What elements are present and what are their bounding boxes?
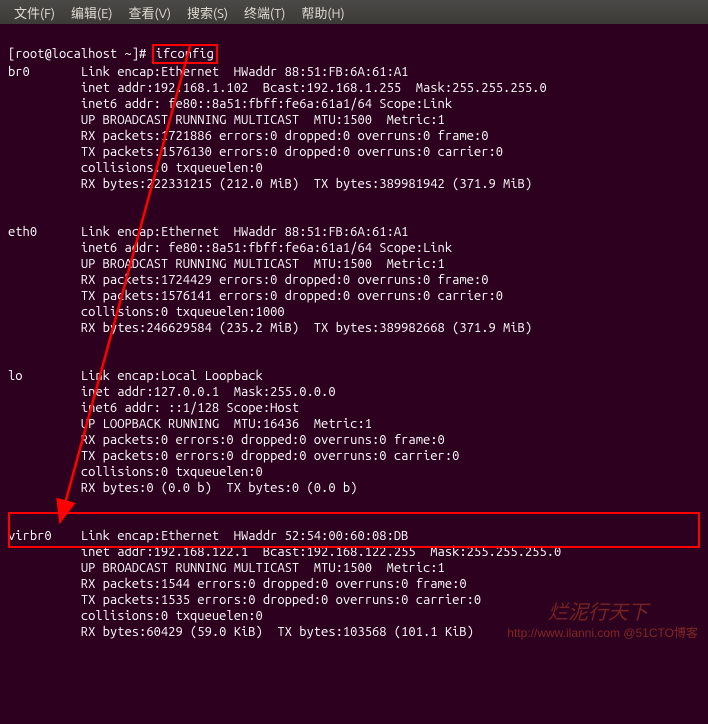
output-line: collisions:0 txqueuelen:0 bbox=[81, 609, 263, 623]
output-line: collisions:0 txqueuelen:0 bbox=[81, 161, 263, 175]
output-line: UP BROADCAST RUNNING MULTICAST MTU:1500 … bbox=[81, 257, 445, 271]
virbr0-highlight-box bbox=[8, 512, 700, 548]
output-line: Link encap:Ethernet HWaddr 88:51:FB:6A:6… bbox=[81, 65, 409, 79]
output-line: collisions:0 txqueuelen:0 bbox=[81, 465, 263, 479]
output-line: RX packets:0 errors:0 dropped:0 overruns… bbox=[81, 433, 445, 447]
output-line: inet addr:192.168.1.102 Bcast:192.168.1.… bbox=[81, 81, 547, 95]
output-line: UP BROADCAST RUNNING MULTICAST MTU:1500 … bbox=[81, 561, 445, 575]
interface-eth0: eth0 Link encap:Ethernet HWaddr 88:51:FB… bbox=[8, 224, 700, 336]
output-line: RX packets:1544 errors:0 dropped:0 overr… bbox=[81, 577, 467, 591]
output-line: Link encap:Ethernet HWaddr 88:51:FB:6A:6… bbox=[81, 225, 409, 239]
output-line: inet6 addr: fe80::8a51:fbff:fe6a:61a1/64… bbox=[81, 97, 452, 111]
iface-name: lo bbox=[8, 369, 23, 383]
output-line: UP BROADCAST RUNNING MULTICAST MTU:1500 … bbox=[81, 113, 445, 127]
output-line: inet6 addr: ::1/128 Scope:Host bbox=[81, 401, 299, 415]
output-line: RX packets:1721886 errors:0 dropped:0 ov… bbox=[81, 129, 489, 143]
output-line: TX packets:1576141 errors:0 dropped:0 ov… bbox=[81, 289, 503, 303]
output-line: inet6 addr: fe80::8a51:fbff:fe6a:61a1/64… bbox=[81, 241, 452, 255]
output-line: RX bytes:246629584 (235.2 MiB) TX bytes:… bbox=[81, 321, 532, 335]
iface-name: br0 bbox=[8, 65, 30, 79]
output-line: inet addr:127.0.0.1 Mask:255.0.0.0 bbox=[81, 385, 336, 399]
menu-edit[interactable]: 编辑(E) bbox=[63, 3, 120, 22]
output-line: RX bytes:0 (0.0 b) TX bytes:0 (0.0 b) bbox=[81, 481, 358, 495]
command-text: ifconfig bbox=[156, 47, 214, 61]
menu-search[interactable]: 搜索(S) bbox=[179, 3, 236, 22]
output-line: RX bytes:60429 (59.0 KiB) TX bytes:10356… bbox=[81, 625, 474, 639]
interface-lo: lo Link encap:Local Loopback inet addr:1… bbox=[8, 368, 700, 496]
command-highlight-box: ifconfig bbox=[152, 44, 218, 64]
menu-terminal[interactable]: 终端(T) bbox=[236, 3, 293, 22]
menu-help[interactable]: 帮助(H) bbox=[293, 3, 352, 22]
output-line: UP LOOPBACK RUNNING MTU:16436 Metric:1 bbox=[81, 417, 372, 431]
iface-name: eth0 bbox=[8, 225, 37, 239]
menu-file[interactable]: 文件(F) bbox=[6, 3, 63, 22]
output-line: RX bytes:222331215 (212.0 MiB) TX bytes:… bbox=[81, 177, 532, 191]
menubar: 文件(F) 编辑(E) 查看(V) 搜索(S) 终端(T) 帮助(H) bbox=[0, 0, 708, 24]
output-line: TX packets:1535 errors:0 dropped:0 overr… bbox=[81, 593, 481, 607]
output-line: collisions:0 txqueuelen:1000 bbox=[81, 305, 285, 319]
menu-view[interactable]: 查看(V) bbox=[121, 3, 179, 22]
output-line: Link encap:Local Loopback bbox=[81, 369, 263, 383]
watermark-url: http://www.ilanni.com @51CTO博客 bbox=[507, 624, 698, 641]
output-line: TX packets:0 errors:0 dropped:0 overruns… bbox=[81, 449, 460, 463]
output-line: TX packets:1576130 errors:0 dropped:0 ov… bbox=[81, 145, 503, 159]
output-line: RX packets:1724429 errors:0 dropped:0 ov… bbox=[81, 273, 489, 287]
interface-br0: br0 Link encap:Ethernet HWaddr 88:51:FB:… bbox=[8, 64, 700, 192]
watermark-brand: 烂泥行天下 bbox=[548, 596, 648, 625]
shell-prompt: [root@localhost ~]# bbox=[8, 47, 154, 61]
